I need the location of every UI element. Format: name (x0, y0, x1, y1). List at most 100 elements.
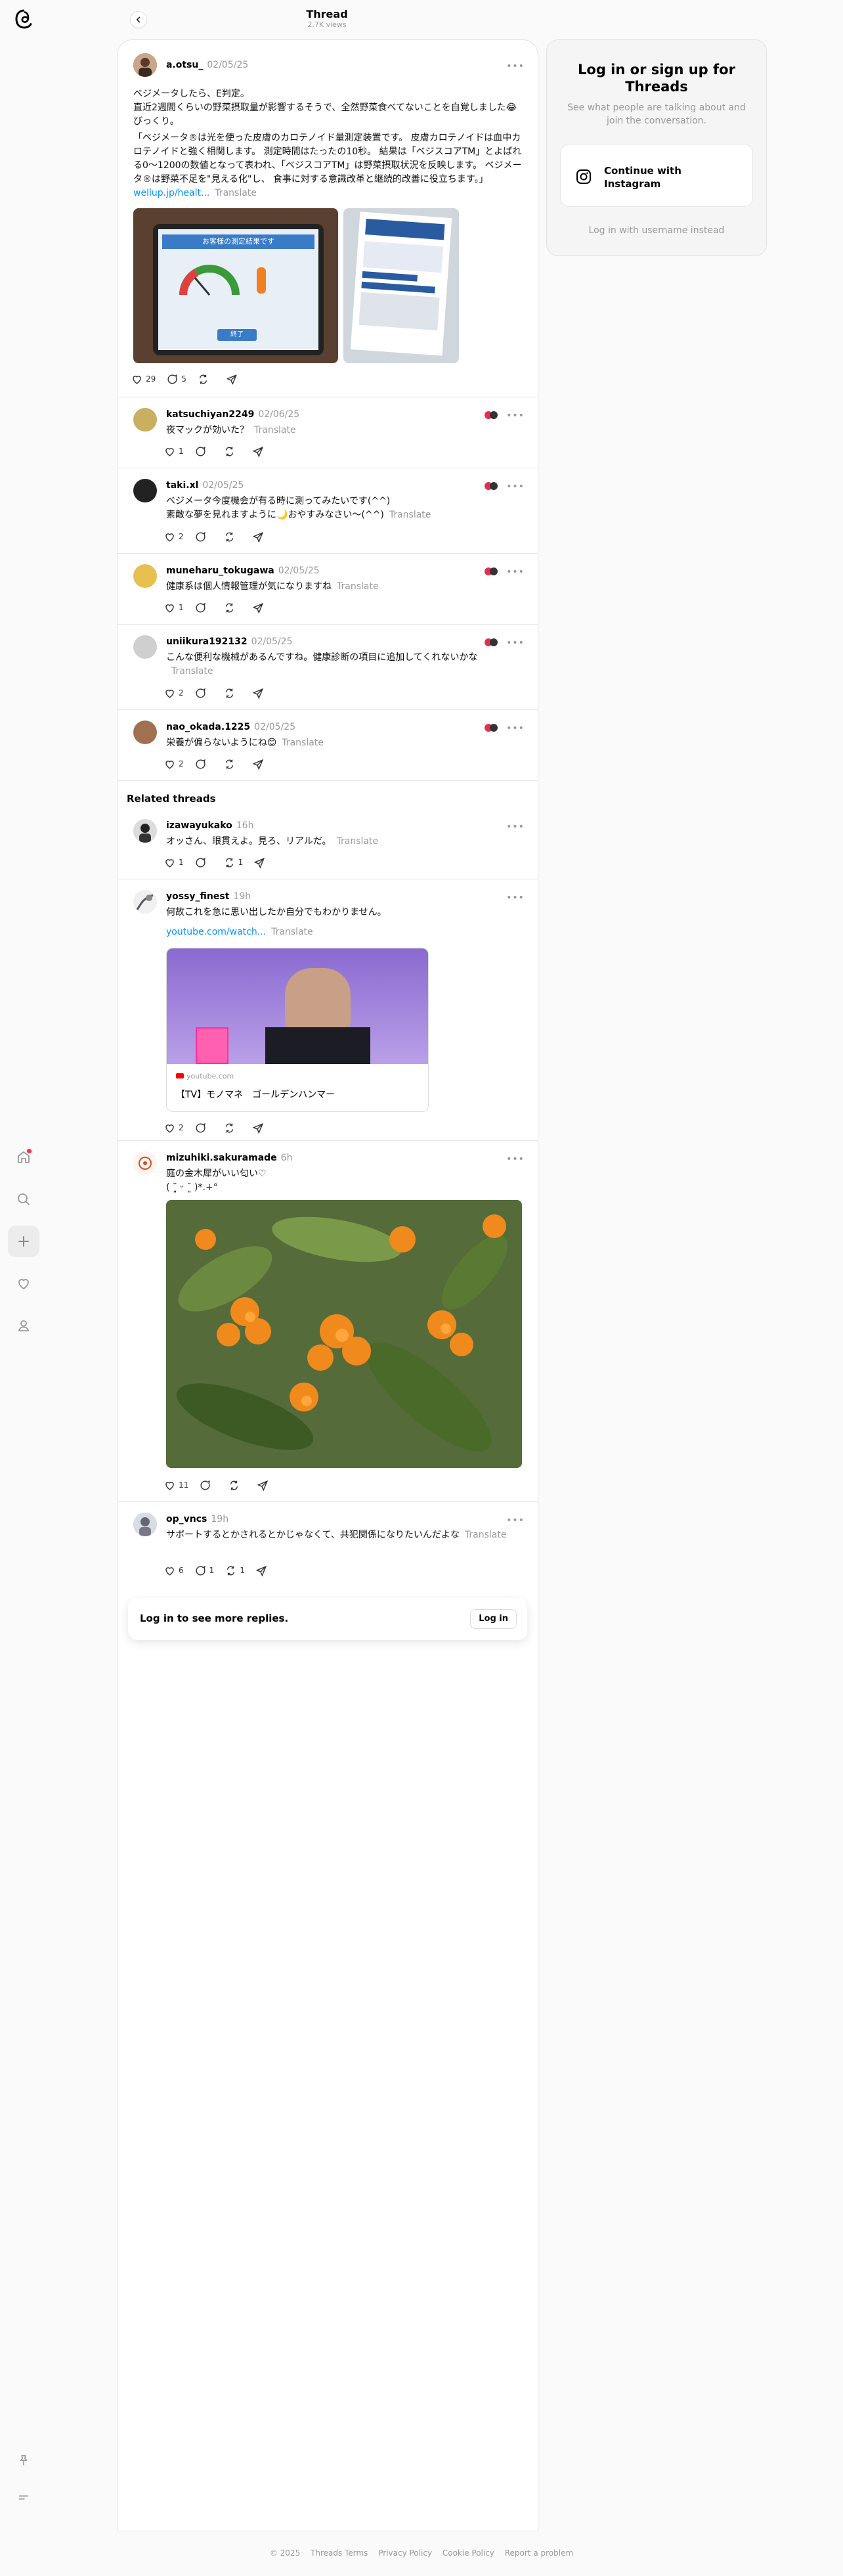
username[interactable]: izawayukako 16h (166, 820, 253, 831)
username[interactable]: nao_okada.1225 02/05/25 (166, 722, 295, 732)
post-link[interactable]: wellup.jp/healt... (133, 188, 209, 198)
repost-button[interactable]: 1 (223, 855, 243, 870)
avatar[interactable] (133, 479, 157, 502)
like-button[interactable]: 29 (131, 371, 156, 387)
more-icon[interactable]: ••• (506, 820, 524, 833)
login-button[interactable]: Log in (470, 1609, 517, 1629)
username[interactable]: muneharu_tokugawa 02/05/25 (166, 566, 320, 576)
share-button[interactable] (252, 529, 270, 544)
avatar[interactable] (133, 53, 157, 77)
username[interactable]: a.otsu_ 02/05/25 (166, 60, 248, 70)
search-icon[interactable] (8, 1184, 39, 1215)
username-login-link[interactable]: Log in with username instead (547, 225, 766, 236)
like-button[interactable]: 2 (163, 529, 184, 544)
more-icon[interactable]: ••• (506, 891, 524, 904)
translate-link[interactable]: Translate (282, 738, 324, 748)
share-button[interactable] (252, 1120, 270, 1136)
avatar[interactable] (133, 1513, 157, 1536)
more-icon[interactable]: ••• (506, 566, 524, 579)
footer-link-privacy[interactable]: Privacy Policy (378, 2548, 432, 2558)
translate-link[interactable]: Translate (337, 581, 379, 592)
more-icon[interactable]: ••• (506, 480, 524, 493)
menu-icon[interactable] (8, 2481, 39, 2513)
share-button[interactable] (252, 600, 270, 615)
more-icon[interactable]: ••• (506, 1153, 524, 1166)
more-icon[interactable]: ••• (506, 60, 524, 73)
repost-button[interactable]: 1 (225, 1563, 245, 1578)
like-button[interactable]: 11 (163, 1477, 188, 1493)
comment-button[interactable] (194, 1120, 213, 1136)
avatar[interactable] (133, 819, 157, 843)
link-preview-card[interactable]: youtube.com 【TV】モノマネ ゴールデンハンマー (166, 948, 429, 1112)
translate-link[interactable]: Translate (271, 927, 313, 937)
more-icon[interactable]: ••• (506, 722, 524, 735)
username[interactable]: mizuhiki.sakuramade 6h (166, 1153, 292, 1163)
like-button[interactable]: 2 (163, 756, 184, 772)
profile-icon[interactable] (8, 1310, 39, 1341)
avatar[interactable] (133, 1151, 157, 1175)
avatar[interactable] (133, 408, 157, 432)
avatar[interactable] (133, 721, 157, 744)
comment-button[interactable] (194, 685, 213, 701)
post-link[interactable]: youtube.com/watch... (166, 927, 266, 937)
translate-link[interactable]: Translate (171, 666, 213, 677)
repost-button[interactable] (223, 1120, 242, 1136)
repost-button[interactable] (223, 443, 242, 459)
footer-link-terms[interactable]: Threads Terms (311, 2548, 368, 2558)
share-button[interactable] (252, 685, 270, 701)
post-image-tablet[interactable]: お客様の測定結果です 終了 (133, 208, 338, 363)
avatar[interactable] (133, 564, 157, 588)
comment-button[interactable] (194, 443, 213, 459)
home-icon[interactable] (8, 1142, 39, 1173)
more-icon[interactable]: ••• (506, 1514, 524, 1527)
repost-button[interactable] (223, 685, 242, 701)
translate-link[interactable]: Translate (215, 188, 257, 198)
pin-icon[interactable] (8, 2445, 39, 2476)
like-button[interactable]: 2 (163, 685, 184, 701)
username[interactable]: op_vncs 19h (166, 1514, 228, 1524)
like-button[interactable]: 2 (163, 1120, 184, 1136)
more-icon[interactable]: ••• (506, 409, 524, 422)
repost-button[interactable] (197, 371, 215, 387)
more-icon[interactable]: ••• (506, 636, 524, 650)
footer-link-cookie[interactable]: Cookie Policy (443, 2548, 494, 2558)
translate-link[interactable]: Translate (336, 836, 378, 847)
share-button[interactable] (257, 1477, 275, 1493)
share-button[interactable] (252, 756, 270, 772)
avatar[interactable] (133, 890, 157, 914)
comment-button[interactable] (194, 855, 213, 870)
username[interactable]: yossy_finest 19h (166, 891, 251, 902)
like-button[interactable]: 1 (163, 855, 184, 870)
heart-icon[interactable] (8, 1268, 39, 1299)
comment-button[interactable]: 1 (194, 1563, 214, 1578)
like-button[interactable]: 6 (163, 1563, 184, 1578)
username[interactable]: uniikura192132 02/05/25 (166, 636, 293, 647)
footer-link-report[interactable]: Report a problem (505, 2548, 573, 2558)
comment-button[interactable] (194, 529, 213, 544)
comment-button[interactable]: 5 (166, 371, 186, 387)
threads-logo-icon[interactable] (13, 8, 35, 30)
username[interactable]: taki.xl 02/05/25 (166, 480, 244, 491)
comment-button[interactable] (194, 756, 213, 772)
share-button[interactable] (252, 443, 270, 459)
translate-link[interactable]: Translate (389, 510, 431, 520)
repost-button[interactable] (223, 529, 242, 544)
translate-link[interactable]: Translate (465, 1530, 507, 1540)
comment-button[interactable] (194, 600, 213, 615)
comment-button[interactable] (199, 1477, 217, 1493)
plus-icon[interactable] (8, 1226, 39, 1257)
post-image-flowers[interactable] (166, 1200, 522, 1468)
share-button[interactable] (226, 371, 244, 387)
post-image-poster[interactable] (343, 208, 459, 363)
repost-button[interactable] (223, 756, 242, 772)
translate-link[interactable]: Translate (254, 425, 296, 435)
like-button[interactable]: 1 (163, 600, 184, 615)
avatar[interactable] (133, 635, 157, 659)
continue-instagram-button[interactable]: Continue with Instagram (560, 144, 753, 207)
repost-button[interactable] (228, 1477, 246, 1493)
repost-button[interactable] (223, 600, 242, 615)
share-button[interactable] (253, 855, 272, 870)
username[interactable]: katsuchiyan2249 02/06/25 (166, 409, 299, 420)
share-button[interactable] (255, 1563, 274, 1578)
like-button[interactable]: 1 (163, 443, 184, 459)
